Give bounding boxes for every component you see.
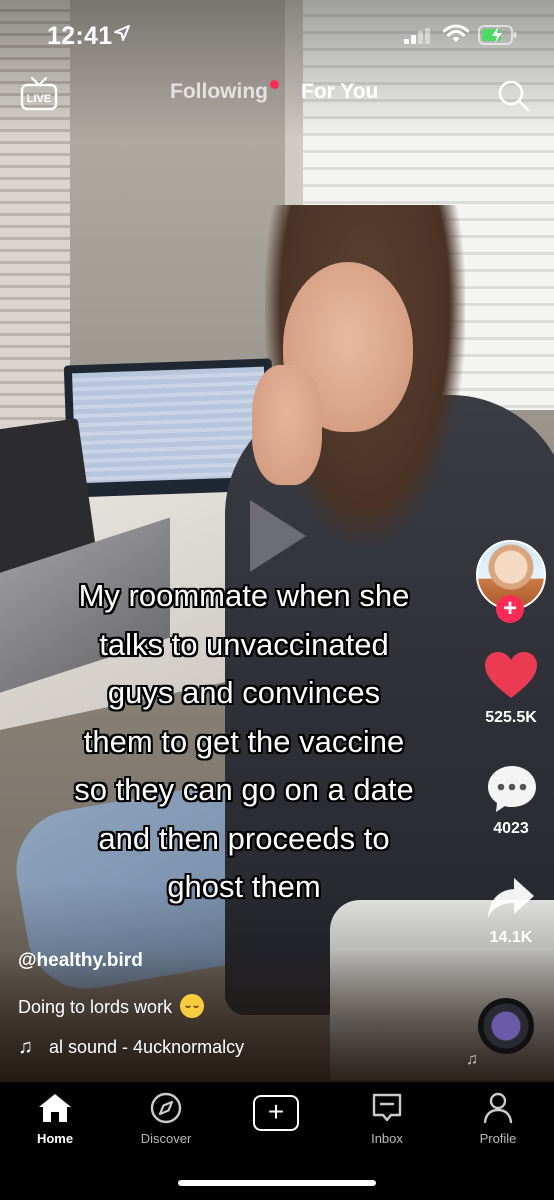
tab-home-label: Home	[36, 1131, 74, 1146]
creator-username[interactable]: @healthy.bird	[18, 950, 143, 972]
compass-icon	[150, 1092, 182, 1124]
tab-following[interactable]: Following	[170, 80, 268, 104]
video-description-text: Doing to lords work	[18, 997, 173, 1017]
create-plus-button[interactable]: +	[253, 1095, 299, 1131]
music-note-icon: ♫	[18, 1036, 33, 1058]
status-time: 12:41	[47, 22, 113, 50]
feed-tabs: Following For You	[0, 80, 554, 110]
follow-plus-button[interactable]: +	[496, 595, 524, 623]
video-caption: My roommate when she talks to unvaccinat…	[74, 578, 414, 904]
tab-inbox[interactable]: Inbox	[337, 1092, 437, 1146]
tab-discover[interactable]: Discover	[116, 1092, 216, 1146]
relieved-face-emoji-icon	[180, 994, 205, 1018]
home-icon	[39, 1094, 71, 1122]
video-description: Doing to lords work	[18, 994, 205, 1018]
like-count: 525.5K	[485, 709, 537, 726]
home-indicator	[178, 1180, 376, 1186]
inbox-icon	[372, 1093, 402, 1122]
heart-icon[interactable]	[484, 652, 538, 705]
tab-inbox-label: Inbox	[371, 1131, 403, 1146]
tab-profile[interactable]: Profile	[448, 1092, 548, 1146]
video-player[interactable]	[0, 0, 554, 1082]
tab-discover-label: Discover	[140, 1131, 192, 1146]
following-notification-dot	[270, 80, 279, 89]
status-bar: 12:41	[0, 0, 554, 70]
share-count: 14.1K	[489, 929, 533, 946]
floating-music-note-icon: ♫	[466, 1051, 478, 1068]
video-person-hand	[252, 365, 322, 485]
comment-icon[interactable]	[486, 764, 538, 819]
paused-play-icon	[250, 500, 306, 572]
tab-for-you[interactable]: For You	[301, 80, 378, 104]
comment-count: 4023	[493, 820, 529, 837]
tab-profile-label: Profile	[479, 1131, 517, 1146]
battery-charging-icon	[478, 25, 518, 50]
search-icon[interactable]	[497, 79, 531, 118]
tab-home[interactable]: Home	[5, 1092, 105, 1146]
cellular-signal-icon	[404, 28, 434, 49]
wifi-icon	[442, 24, 470, 49]
share-arrow-icon[interactable]	[486, 876, 536, 925]
sound-disc-icon[interactable]	[478, 998, 534, 1054]
sound-info[interactable]: ♫ al sound - 4ucknormalcy	[18, 1036, 244, 1059]
profile-icon	[483, 1092, 513, 1124]
sound-title: al sound - 4ucknormalcy	[49, 1037, 245, 1057]
location-arrow-icon	[113, 24, 131, 47]
